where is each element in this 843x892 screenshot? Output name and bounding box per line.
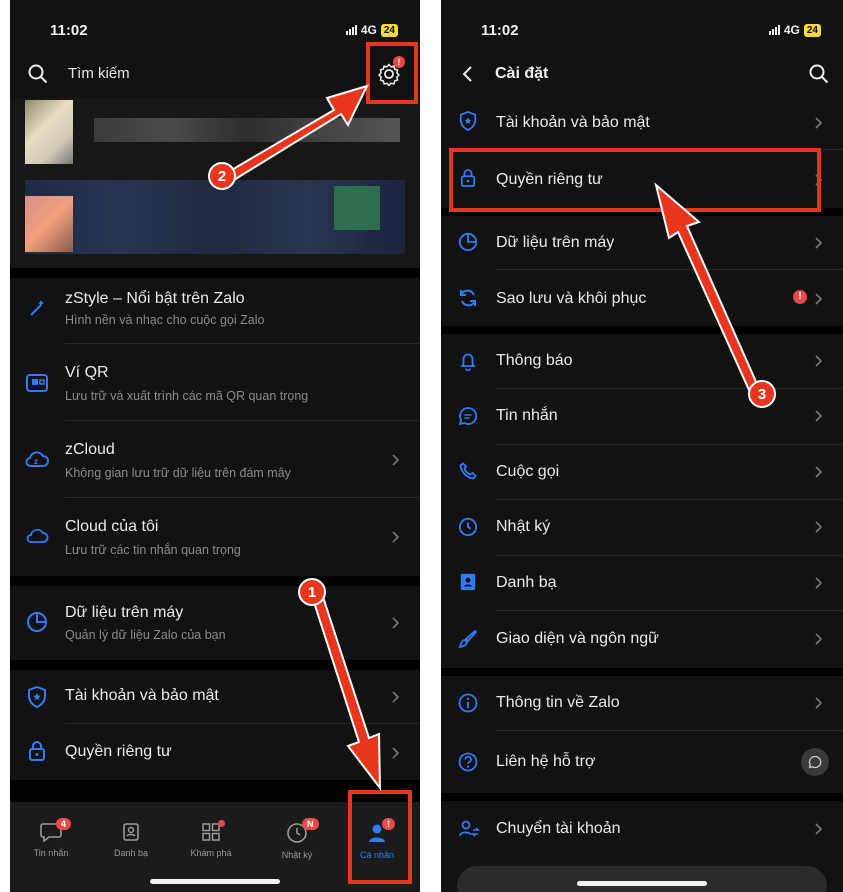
- step-badge-3: 3: [748, 380, 776, 408]
- step-badge-2: 2: [208, 162, 236, 190]
- settings-screen: 11:02 4G 24 Cài đặt Tài khoản và bảo mật…: [441, 0, 843, 892]
- step-badge-1: 1: [298, 578, 326, 606]
- annotation-arrow: [654, 182, 759, 392]
- personal-screen: 11:02 4G 24 Tìm kiếm ! zStyle – Nổi bật …: [10, 0, 420, 892]
- annotation-arrows: [216, 84, 382, 792]
